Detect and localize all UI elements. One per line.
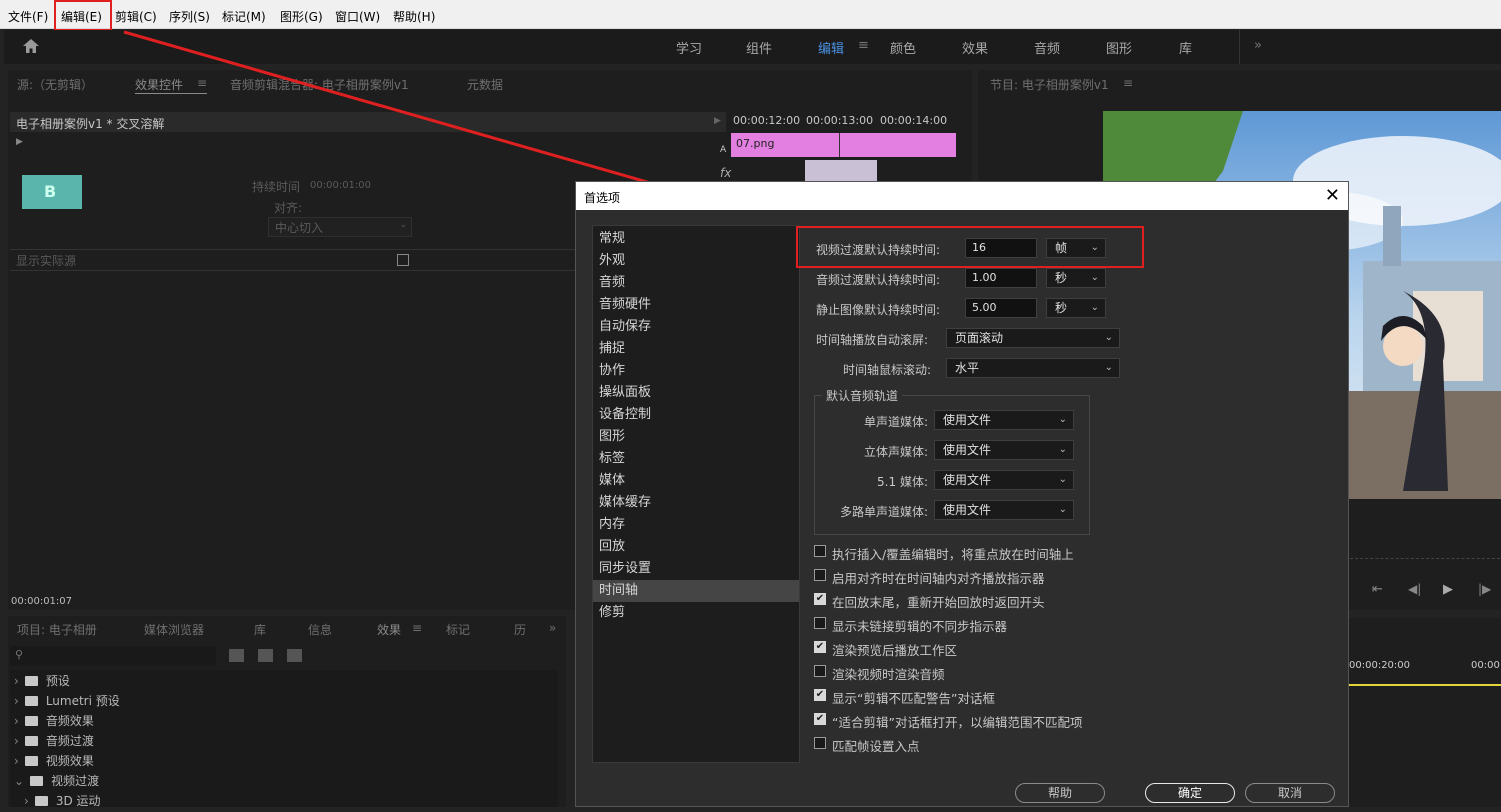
checkbox-checked[interactable]: ✔	[814, 641, 826, 653]
mono-media-select[interactable]: 使用文件 ⌄	[934, 410, 1074, 430]
chevron-down-icon: ⌄	[1104, 332, 1113, 343]
preferences-category-list: 常规 外观 音频 音频硬件 自动保存 捕捉 协作 操纵面板 设备控制 图形 标签…	[592, 225, 800, 763]
preferences-dialog: 首选项 ✕ 常规 外观 音频 音频硬件 自动保存 捕捉 协作 操纵面板 设备控制…	[575, 181, 1349, 807]
mouse-scroll-label: 时间轴鼠标滚动:	[843, 363, 932, 377]
checkbox[interactable]	[814, 545, 826, 557]
auto-scroll-select[interactable]: 页面滚动 ⌄	[946, 328, 1120, 348]
audio-transition-input[interactable]: 1.00	[965, 268, 1037, 288]
category-device-control[interactable]: 设备控制	[593, 404, 799, 426]
category-audio[interactable]: 音频	[593, 272, 799, 294]
category-trim[interactable]: 修剪	[593, 602, 799, 624]
stereo-media-select[interactable]: 使用文件 ⌄	[934, 440, 1074, 460]
category-memory[interactable]: 内存	[593, 514, 799, 536]
category-general[interactable]: 常规	[593, 228, 799, 250]
audio-transition-label: 音频过渡默认持续时间:	[816, 273, 941, 287]
multi-mono-media-select[interactable]: 使用文件 ⌄	[934, 500, 1074, 520]
cancel-button[interactable]: 取消	[1245, 783, 1335, 803]
category-graphics[interactable]: 图形	[593, 426, 799, 448]
category-media-cache[interactable]: 媒体缓存	[593, 492, 799, 514]
category-collaboration[interactable]: 协作	[593, 360, 799, 382]
checkbox-checked[interactable]: ✔	[814, 593, 826, 605]
checkbox[interactable]	[814, 617, 826, 629]
51-media-label: 5.1 媒体:	[877, 475, 928, 489]
stereo-media-label: 立体声媒体:	[863, 445, 928, 459]
chevron-down-icon: ⌄	[1058, 414, 1067, 425]
checkbox[interactable]	[814, 737, 826, 749]
checkbox[interactable]	[814, 569, 826, 581]
mouse-scroll-select[interactable]: 水平 ⌄	[946, 358, 1120, 378]
auto-scroll-label: 时间轴播放自动滚屏:	[816, 333, 929, 347]
category-appearance[interactable]: 外观	[593, 250, 799, 272]
default-audio-tracks-legend: 默认音频轨道	[822, 387, 903, 404]
chevron-down-icon: ⌄	[1090, 302, 1099, 313]
51-media-select[interactable]: 使用文件 ⌄	[934, 470, 1074, 490]
chevron-down-icon: ⌄	[1058, 504, 1067, 515]
category-control-surface[interactable]: 操纵面板	[593, 382, 799, 404]
category-labels[interactable]: 标签	[593, 448, 799, 470]
category-auto-save[interactable]: 自动保存	[593, 316, 799, 338]
category-timeline[interactable]: 时间轴	[593, 580, 799, 602]
still-image-input[interactable]: 5.00	[965, 298, 1037, 318]
mono-media-label: 单声道媒体:	[863, 415, 928, 429]
category-playback[interactable]: 回放	[593, 536, 799, 558]
dialog-title: 首选项	[584, 191, 621, 205]
ok-button[interactable]: 确定	[1145, 783, 1235, 803]
checkbox[interactable]	[814, 665, 826, 677]
chevron-down-icon: ⌄	[1104, 362, 1113, 373]
category-capture[interactable]: 捕捉	[593, 338, 799, 360]
chevron-down-icon: ⌄	[1090, 272, 1099, 283]
category-audio-hardware[interactable]: 音频硬件	[593, 294, 799, 316]
dialog-title-bar: 首选项 ✕	[576, 182, 1348, 210]
video-transition-highlight	[796, 226, 1144, 268]
still-image-label: 静止图像默认持续时间:	[816, 303, 941, 317]
chevron-down-icon: ⌄	[1058, 474, 1067, 485]
multi-mono-media-label: 多路单声道媒体:	[839, 505, 928, 519]
category-media[interactable]: 媒体	[593, 470, 799, 492]
checkbox-checked[interactable]: ✔	[814, 713, 826, 725]
audio-transition-unit-select[interactable]: 秒 ⌄	[1046, 268, 1106, 288]
close-icon[interactable]: ✕	[1325, 185, 1340, 206]
help-button[interactable]: 帮助	[1015, 783, 1105, 803]
chevron-down-icon: ⌄	[1058, 444, 1067, 455]
checkbox-checked[interactable]: ✔	[814, 689, 826, 701]
category-sync-settings[interactable]: 同步设置	[593, 558, 799, 580]
still-image-unit-select[interactable]: 秒 ⌄	[1046, 298, 1106, 318]
